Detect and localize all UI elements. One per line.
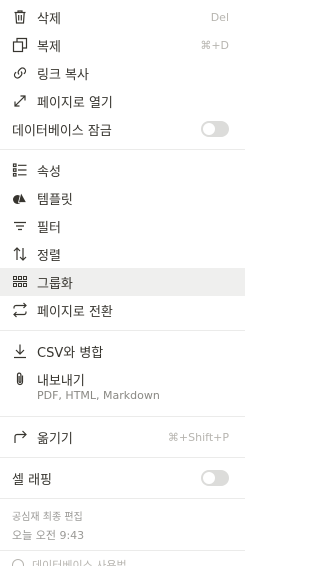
filter-label: 필터 (37, 220, 61, 236)
list-icon (12, 162, 28, 178)
learn-database-label: 데이터베이스 사용법 (32, 559, 127, 566)
move-to-shortcut: ⌘+Shift+P (167, 430, 229, 444)
divider (0, 550, 245, 551)
sort-menu-item[interactable]: 정렬 (0, 240, 245, 268)
duplicate-shortcut: ⌘+D (200, 38, 229, 52)
delete-menu-item[interactable]: 삭제 Del (0, 3, 245, 31)
properties-menu-item[interactable]: 속성 (0, 156, 245, 184)
lock-database-menu-item[interactable]: 데이터베이스 잠금 (0, 115, 245, 143)
wrap-cells-toggle[interactable] (201, 470, 229, 486)
link-icon (12, 65, 28, 81)
turn-into-page-menu-item[interactable]: 페이지로 전환 (0, 296, 245, 324)
group-icon (12, 274, 28, 290)
paperclip-icon (12, 371, 28, 387)
filter-icon (12, 218, 28, 234)
filter-menu-item[interactable]: 필터 (0, 212, 245, 240)
open-as-page-label: 페이지로 열기 (37, 95, 113, 111)
toggle-knob (203, 472, 215, 484)
export-label: 내보내기 (37, 373, 85, 389)
copy-link-label: 링크 복사 (37, 67, 89, 83)
group-label: 그룹화 (37, 276, 73, 292)
divider (0, 416, 245, 417)
templates-label: 템플릿 (37, 192, 73, 208)
divider (0, 498, 245, 499)
duplicate-menu-item[interactable]: 복제 ⌘+D (0, 31, 245, 59)
move-arrow-icon (12, 429, 28, 445)
toggle-knob (203, 123, 215, 135)
last-edited-by: 공심재 최종 편집 (12, 512, 83, 523)
import-arrow-icon (12, 343, 28, 359)
export-formats: PDF, HTML, Markdown (37, 389, 160, 402)
lock-database-label: 데이터베이스 잠금 (12, 123, 112, 139)
move-to-menu-item[interactable]: 옮기기 ⌘+Shift+P (0, 423, 245, 451)
merge-csv-menu-item[interactable]: CSV와 병합 (0, 337, 245, 365)
database-options-menu: 삭제 Del 복제 ⌘+D 링크 복사 페이지로 열기 데이터베이스 잠금 속성 (0, 0, 245, 566)
wrap-cells-label: 셀 래핑 (12, 472, 53, 488)
trash-icon (12, 9, 28, 25)
swap-arrows-icon (12, 302, 28, 318)
divider (0, 457, 245, 458)
learn-database-link[interactable]: 데이터베이스 사용법 (12, 557, 127, 566)
duplicate-icon (12, 37, 28, 53)
delete-shortcut: Del (210, 10, 229, 24)
copy-link-menu-item[interactable]: 링크 복사 (0, 59, 245, 87)
properties-label: 속성 (37, 164, 61, 180)
delete-label: 삭제 (37, 11, 61, 27)
help-icon (12, 559, 24, 566)
turn-into-page-label: 페이지로 전환 (37, 304, 113, 320)
lock-database-toggle[interactable] (201, 121, 229, 137)
divider (0, 330, 245, 331)
sort-arrows-icon (12, 246, 28, 262)
merge-csv-label: CSV와 병합 (37, 345, 104, 361)
move-to-label: 옮기기 (37, 431, 73, 447)
shapes-icon (12, 190, 28, 206)
wrap-cells-menu-item[interactable]: 셀 래핑 (0, 464, 245, 492)
group-menu-item[interactable]: 그룹화 (0, 268, 245, 296)
last-edited-time: 오늘 오전 9:43 (12, 529, 85, 542)
templates-menu-item[interactable]: 템플릿 (0, 184, 245, 212)
expand-arrow-icon (12, 93, 28, 109)
duplicate-label: 복제 (37, 39, 61, 55)
sort-label: 정렬 (37, 248, 61, 264)
open-as-page-menu-item[interactable]: 페이지로 열기 (0, 87, 245, 115)
divider (0, 149, 245, 150)
